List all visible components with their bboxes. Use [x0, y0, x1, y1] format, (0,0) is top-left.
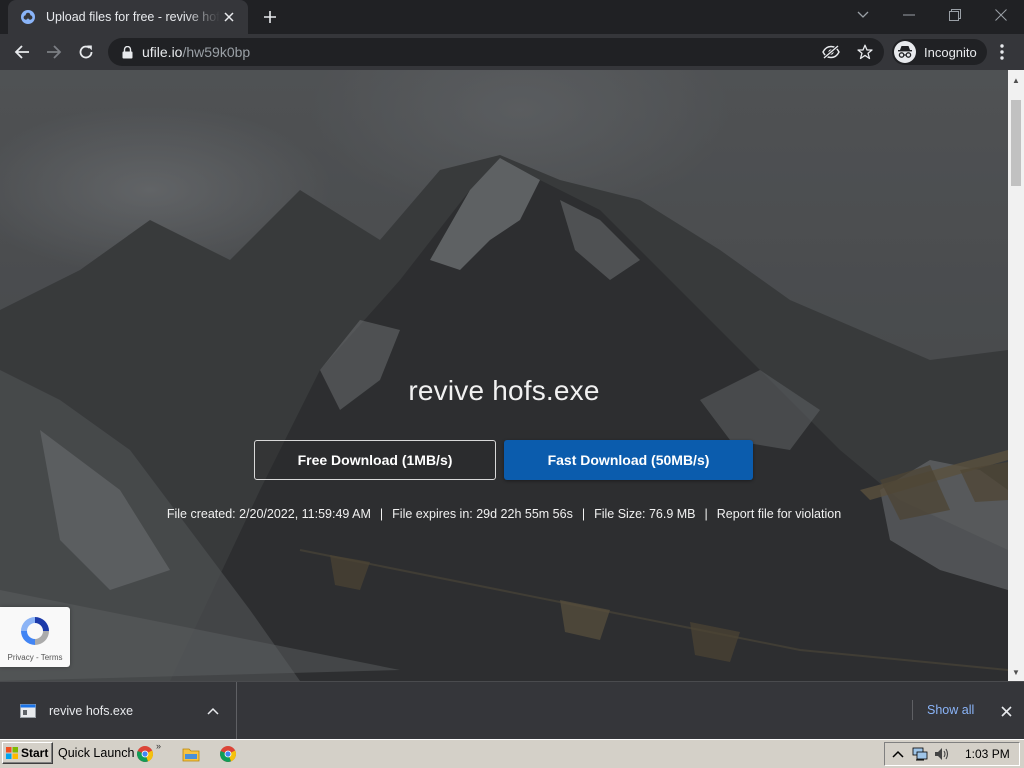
quick-launch-label: Quick Launch: [58, 746, 135, 760]
tab-close-icon[interactable]: [220, 8, 238, 26]
download-file-name: revive hofs.exe: [49, 703, 134, 718]
scroll-up-arrow-icon[interactable]: ▲: [1008, 72, 1024, 88]
chrome-quick-launch-icon[interactable]: [136, 745, 154, 763]
forward-button[interactable]: [40, 38, 68, 66]
restore-icon: [949, 9, 961, 21]
windows-taskbar: Start Quick Launch » 1:03 PM: [0, 739, 1024, 768]
fast-download-button[interactable]: Fast Download (50MB/s): [504, 440, 753, 480]
chevron-down-icon: [857, 11, 869, 18]
file-created-text: File created: 2/20/2022, 11:59:49 AM: [166, 507, 371, 521]
taskbar-clock[interactable]: 1:03 PM: [965, 747, 1010, 761]
system-tray: 1:03 PM: [884, 742, 1020, 766]
meta-separator: |: [581, 507, 586, 521]
chevron-up-icon[interactable]: [204, 702, 222, 720]
arrow-right-icon: [47, 45, 62, 59]
browser-toolbar: ufile.io/hw59k0bp Incognito: [0, 34, 1024, 70]
meta-separator: |: [379, 507, 384, 521]
file-expires-text: File expires in: 29d 22h 55m 56s: [392, 507, 573, 521]
address-bar[interactable]: ufile.io/hw59k0bp: [108, 38, 884, 66]
arrow-left-icon: [14, 45, 29, 59]
recaptcha-badge[interactable]: Privacy - Terms: [0, 607, 70, 667]
tab-search-button[interactable]: [840, 0, 886, 30]
url-path: /hw59k0bp: [182, 44, 251, 60]
restore-button[interactable]: [932, 0, 978, 30]
show-all-downloads-link[interactable]: Show all: [912, 700, 976, 720]
star-icon[interactable]: [854, 42, 876, 62]
back-button[interactable]: [8, 38, 36, 66]
file-meta-line: File created: 2/20/2022, 11:59:49 AM | Fil…: [0, 507, 1008, 521]
start-button[interactable]: Start: [2, 742, 53, 764]
scrollbar-thumb[interactable]: [1011, 100, 1021, 186]
page-scrollbar[interactable]: ▲ ▼: [1008, 70, 1024, 681]
exe-file-icon: [20, 703, 36, 718]
scroll-down-arrow-icon[interactable]: ▼: [1008, 664, 1024, 680]
ufile-favicon-icon: [20, 9, 36, 25]
minimize-icon: [903, 14, 915, 16]
free-download-button[interactable]: Free Download (1MB/s): [254, 440, 496, 480]
page-viewport: revive hofs.exe Free Download (1MB/s) Fa…: [0, 70, 1008, 681]
close-icon: [995, 9, 1007, 21]
network-icon[interactable]: [911, 745, 929, 763]
tray-expand-icon[interactable]: [889, 745, 907, 763]
recaptcha-links[interactable]: Privacy - Terms: [0, 653, 70, 662]
quick-launch-more-icon[interactable]: »: [156, 741, 161, 751]
meta-separator: |: [704, 507, 708, 521]
volume-icon[interactable]: [933, 745, 951, 763]
close-window-button[interactable]: [978, 0, 1024, 30]
minimize-button[interactable]: [886, 0, 932, 30]
report-violation-link[interactable]: Report file for violation: [717, 507, 841, 521]
folder-icon[interactable]: [182, 745, 200, 763]
new-tab-button[interactable]: [258, 6, 282, 28]
recaptcha-icon: [21, 617, 49, 645]
plus-icon: [264, 11, 276, 23]
incognito-label: Incognito: [924, 44, 977, 60]
lock-icon[interactable]: [120, 45, 134, 59]
incognito-profile-button[interactable]: Incognito: [892, 39, 987, 65]
close-download-shelf-icon[interactable]: [996, 701, 1016, 721]
start-label: Start: [21, 746, 49, 760]
eye-off-icon[interactable]: [820, 42, 842, 62]
download-shelf: revive hofs.exe Show all: [0, 681, 1024, 739]
windows-flag-icon: [6, 747, 18, 759]
incognito-icon: [894, 41, 916, 63]
url-text: ufile.io/hw59k0bp: [142, 44, 250, 60]
file-name-heading: revive hofs.exe: [408, 375, 600, 406]
url-domain: ufile.io: [142, 44, 183, 60]
download-item[interactable]: revive hofs.exe: [0, 682, 237, 739]
more-vert-icon: [1000, 44, 1004, 60]
reload-icon: [79, 45, 93, 59]
chrome-taskbar-icon[interactable]: [219, 745, 237, 763]
file-size-text: File Size: 76.9 MB: [594, 507, 696, 521]
tab-strip: Upload files for free - revive hofs.exe: [0, 0, 1024, 34]
browser-menu-button[interactable]: [990, 38, 1014, 66]
reload-button[interactable]: [72, 38, 100, 66]
browser-tab[interactable]: Upload files for free - revive hofs.exe: [8, 0, 248, 34]
tab-title: Upload files for free - revive hofs.exe: [46, 10, 220, 24]
